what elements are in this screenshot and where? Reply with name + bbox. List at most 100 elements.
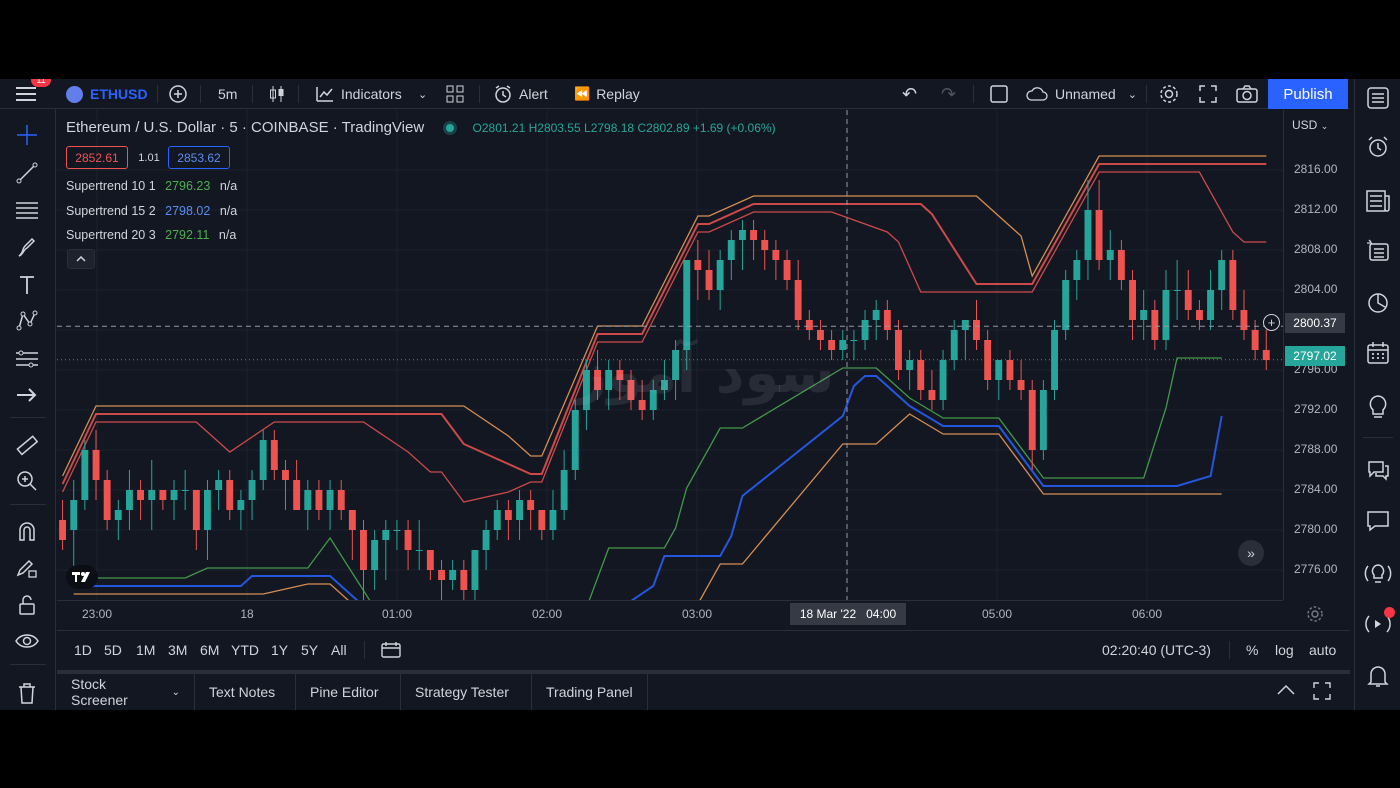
tab-pine-editor[interactable]: Pine Editor [296, 674, 401, 710]
chevron-up-icon[interactable] [1277, 684, 1295, 696]
candle-body [1028, 390, 1036, 450]
tab-text-notes[interactable]: Text Notes [195, 674, 296, 710]
tab-stock-screener[interactable]: Stock Screener ⌄ [57, 674, 195, 710]
range-1m[interactable]: 1M [136, 631, 155, 669]
time-tick-label: 03:00 [681, 607, 713, 621]
eye-icon[interactable] [13, 627, 41, 655]
candle-body [248, 480, 256, 500]
range-3m[interactable]: 3M [168, 631, 187, 669]
candle-body [1117, 250, 1125, 280]
chats-icon[interactable] [1363, 455, 1393, 485]
fullscreen-selection-icon[interactable] [989, 79, 1009, 109]
candle-body [783, 260, 791, 280]
chevron-down-icon[interactable]: ⌄ [418, 79, 427, 109]
brush-icon[interactable] [13, 234, 41, 262]
indicator-row[interactable]: Supertrend 15 2 2798.02 n/a [66, 204, 237, 218]
messages-icon[interactable] [1363, 506, 1393, 536]
candle-body [850, 340, 858, 341]
axis-settings-gear-icon[interactable] [1306, 605, 1324, 623]
fullscreen-icon[interactable] [1199, 79, 1217, 109]
timezone-clock[interactable]: 02:20:40 (UTC-3) [1102, 631, 1211, 669]
candle-type-icon[interactable] [268, 79, 286, 109]
buy-price-button[interactable]: 2853.62 [168, 146, 230, 169]
sell-price-button[interactable]: 2852.61 [66, 146, 128, 169]
unlock-icon[interactable] [13, 591, 41, 619]
alert-button[interactable]: Alert [493, 79, 548, 109]
symbol-search-button[interactable]: ETHUSD [66, 79, 148, 109]
ideas-lightbulb-icon[interactable] [1363, 392, 1393, 422]
candle-body [170, 490, 178, 500]
indicator-row[interactable]: Supertrend 10 1 2796.23 n/a [66, 179, 237, 193]
range-1d[interactable]: 1D [74, 631, 92, 669]
camera-icon[interactable] [1236, 79, 1258, 109]
calendar-icon[interactable] [1363, 338, 1393, 368]
range-6m[interactable]: 6M [200, 631, 219, 669]
alerts-clock-icon[interactable] [1363, 132, 1393, 162]
settings-gear-icon[interactable] [1158, 79, 1180, 109]
undo-icon[interactable]: ↶ [902, 79, 917, 109]
notifications-bell-icon[interactable] [1363, 661, 1393, 691]
range-1y[interactable]: 1Y [271, 631, 288, 669]
maximize-panel-icon[interactable] [1313, 682, 1331, 700]
range-ytd[interactable]: YTD [231, 631, 259, 669]
candle-body [694, 260, 702, 270]
hotlists-icon[interactable] [1363, 288, 1393, 318]
auto-toggle[interactable]: auto [1309, 631, 1336, 669]
tab-label: Pine Editor [310, 684, 379, 700]
layout-button[interactable]: Unnamed ⌄ [1025, 79, 1137, 109]
tab-strategy-tester[interactable]: Strategy Tester [401, 674, 532, 710]
crosshair-icon[interactable] [13, 121, 41, 149]
magnet-icon[interactable] [13, 517, 41, 545]
log-toggle[interactable]: log [1275, 631, 1294, 669]
ruler-icon[interactable] [13, 431, 41, 459]
candle-body [1006, 360, 1014, 380]
trend-line-icon[interactable] [13, 159, 41, 187]
candle-body [148, 490, 156, 500]
data-window-icon[interactable] [1363, 235, 1393, 265]
collapse-legend-button[interactable] [67, 249, 95, 269]
time-axis[interactable]: 23:00 18 01:00 02:00 03:00 05:00 06:00 18 Mar … [57, 600, 1283, 628]
tab-trading-panel[interactable]: Trading Panel [532, 674, 648, 710]
publish-button[interactable]: Publish [1268, 79, 1348, 109]
scroll-to-realtime-button[interactable]: » [1238, 540, 1264, 566]
compare-add-icon[interactable] [168, 79, 188, 109]
currency-select[interactable]: USD ⌄ [1292, 118, 1328, 132]
range-5y[interactable]: 5Y [301, 631, 318, 669]
ideas-stream-icon[interactable] [1363, 559, 1393, 589]
price-axis[interactable]: USD ⌄ 2816.002812.002808.002804.002800.0… [1283, 110, 1351, 600]
candle-body [1207, 290, 1214, 320]
tab-label: Strategy Tester [415, 684, 509, 700]
indicator-extra: n/a [219, 179, 238, 193]
close-value: 2802.89 [646, 121, 690, 135]
trash-icon[interactable] [13, 679, 41, 707]
lock-drawing-pencil-icon[interactable] [13, 554, 41, 582]
go-to-date-calendar-icon[interactable] [381, 631, 401, 669]
candle-body [237, 500, 245, 510]
zoom-in-icon[interactable] [13, 467, 41, 495]
fib-retracement-icon[interactable] [13, 197, 41, 225]
percent-toggle[interactable]: % [1246, 631, 1258, 669]
chart-legend: Ethereum / U.S. Dollar · 5 · COINBASE · … [66, 119, 776, 136]
candle-body [973, 320, 980, 340]
templates-grid-icon[interactable] [446, 79, 464, 109]
indicators-button[interactable]: Indicators [315, 79, 402, 109]
text-tool-icon[interactable] [13, 271, 41, 299]
prediction-tool-icon[interactable] [13, 345, 41, 373]
candle-body [192, 490, 200, 530]
news-icon[interactable] [1363, 186, 1393, 216]
pattern-tool-icon[interactable] [13, 307, 41, 335]
arrow-right-icon[interactable] [13, 381, 41, 409]
range-5d[interactable]: 5D [104, 631, 122, 669]
redo-icon[interactable]: ↷ [941, 79, 956, 109]
symbol-title[interactable]: Ethereum / U.S. Dollar · 5 · COINBASE · … [66, 119, 424, 136]
ethereum-icon [66, 85, 83, 103]
candle-body [304, 490, 312, 510]
add-alert-plus-icon[interactable]: + [1263, 314, 1280, 331]
interval-button[interactable]: 5m [218, 79, 237, 109]
range-all[interactable]: All [331, 631, 347, 669]
tradingview-logo[interactable] [66, 565, 98, 589]
indicator-row[interactable]: Supertrend 20 3 2792.11 n/a [66, 228, 236, 242]
indicator-value: 2796.23 [165, 179, 211, 193]
replay-button[interactable]: ⏪ Replay [574, 79, 640, 109]
watchlist-icon[interactable] [1363, 83, 1393, 113]
